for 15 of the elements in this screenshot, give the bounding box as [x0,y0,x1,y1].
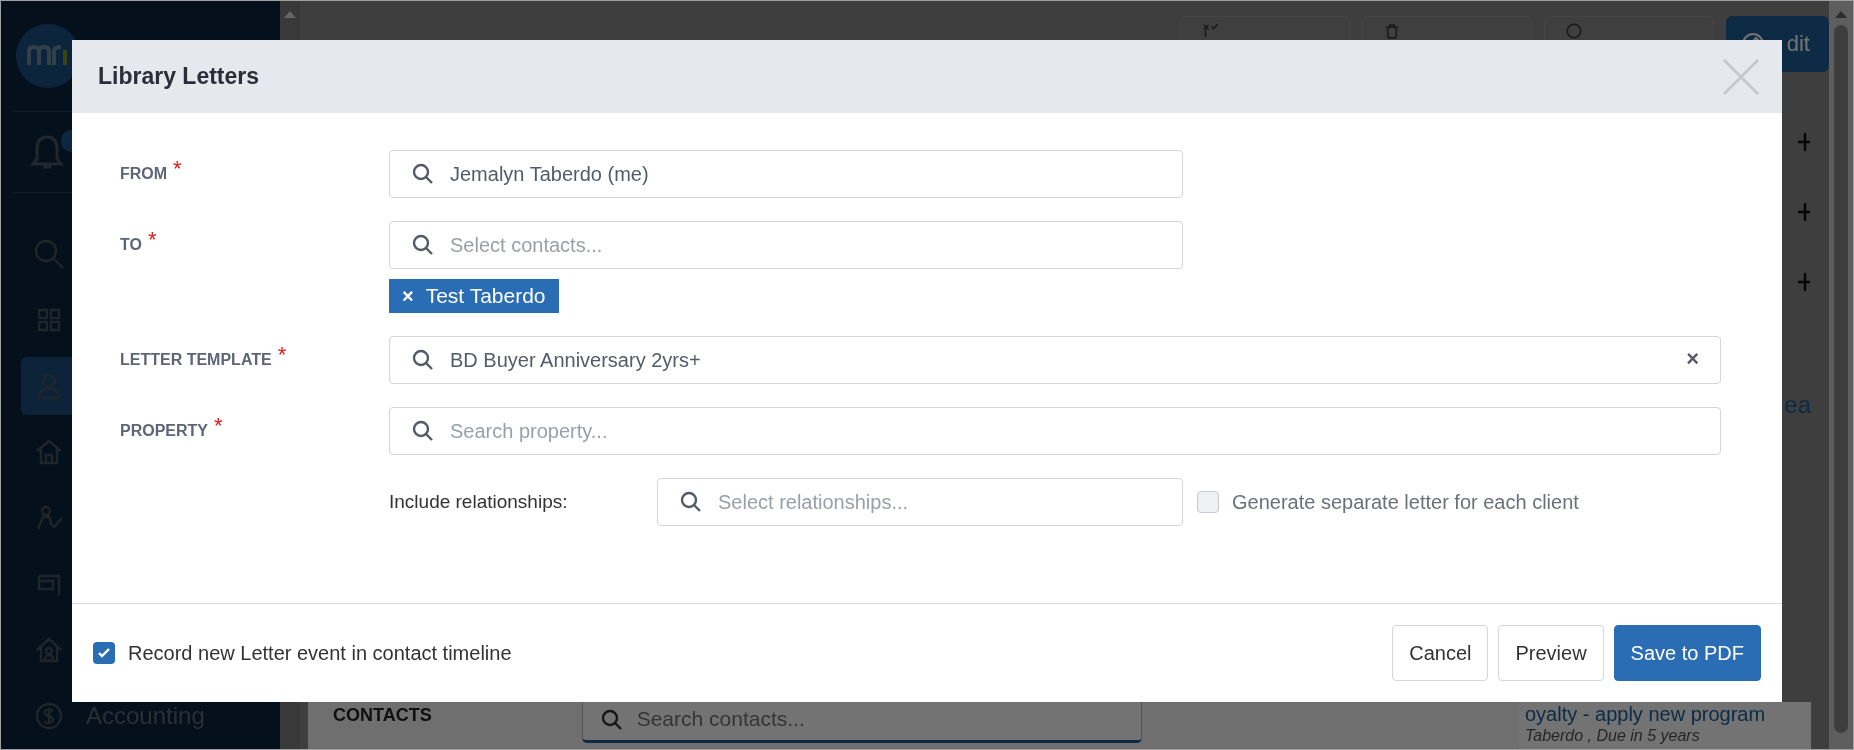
tag-label: Test Taberdo [425,284,546,308]
field-label: PROPERTY [120,422,208,440]
checkbox-label: Record new Letter event in contact timeline [128,641,512,665]
checkbox-label: Generate separate letter for each client [1232,490,1579,514]
field-label: TO [120,236,142,254]
section-heading: CONTACTS [333,704,432,726]
required-mark: * [173,158,182,180]
dialog-title: Library Letters [98,63,260,90]
task-due: Taberdo , Due in 5 years [1525,726,1701,746]
field-label: FROM [120,165,168,183]
required-mark: * [214,415,223,437]
field-label: Include relationships: [389,491,569,513]
required-mark: * [277,344,287,366]
required-mark: * [147,229,157,251]
field-label: LETTER TEMPLATE [120,351,272,369]
